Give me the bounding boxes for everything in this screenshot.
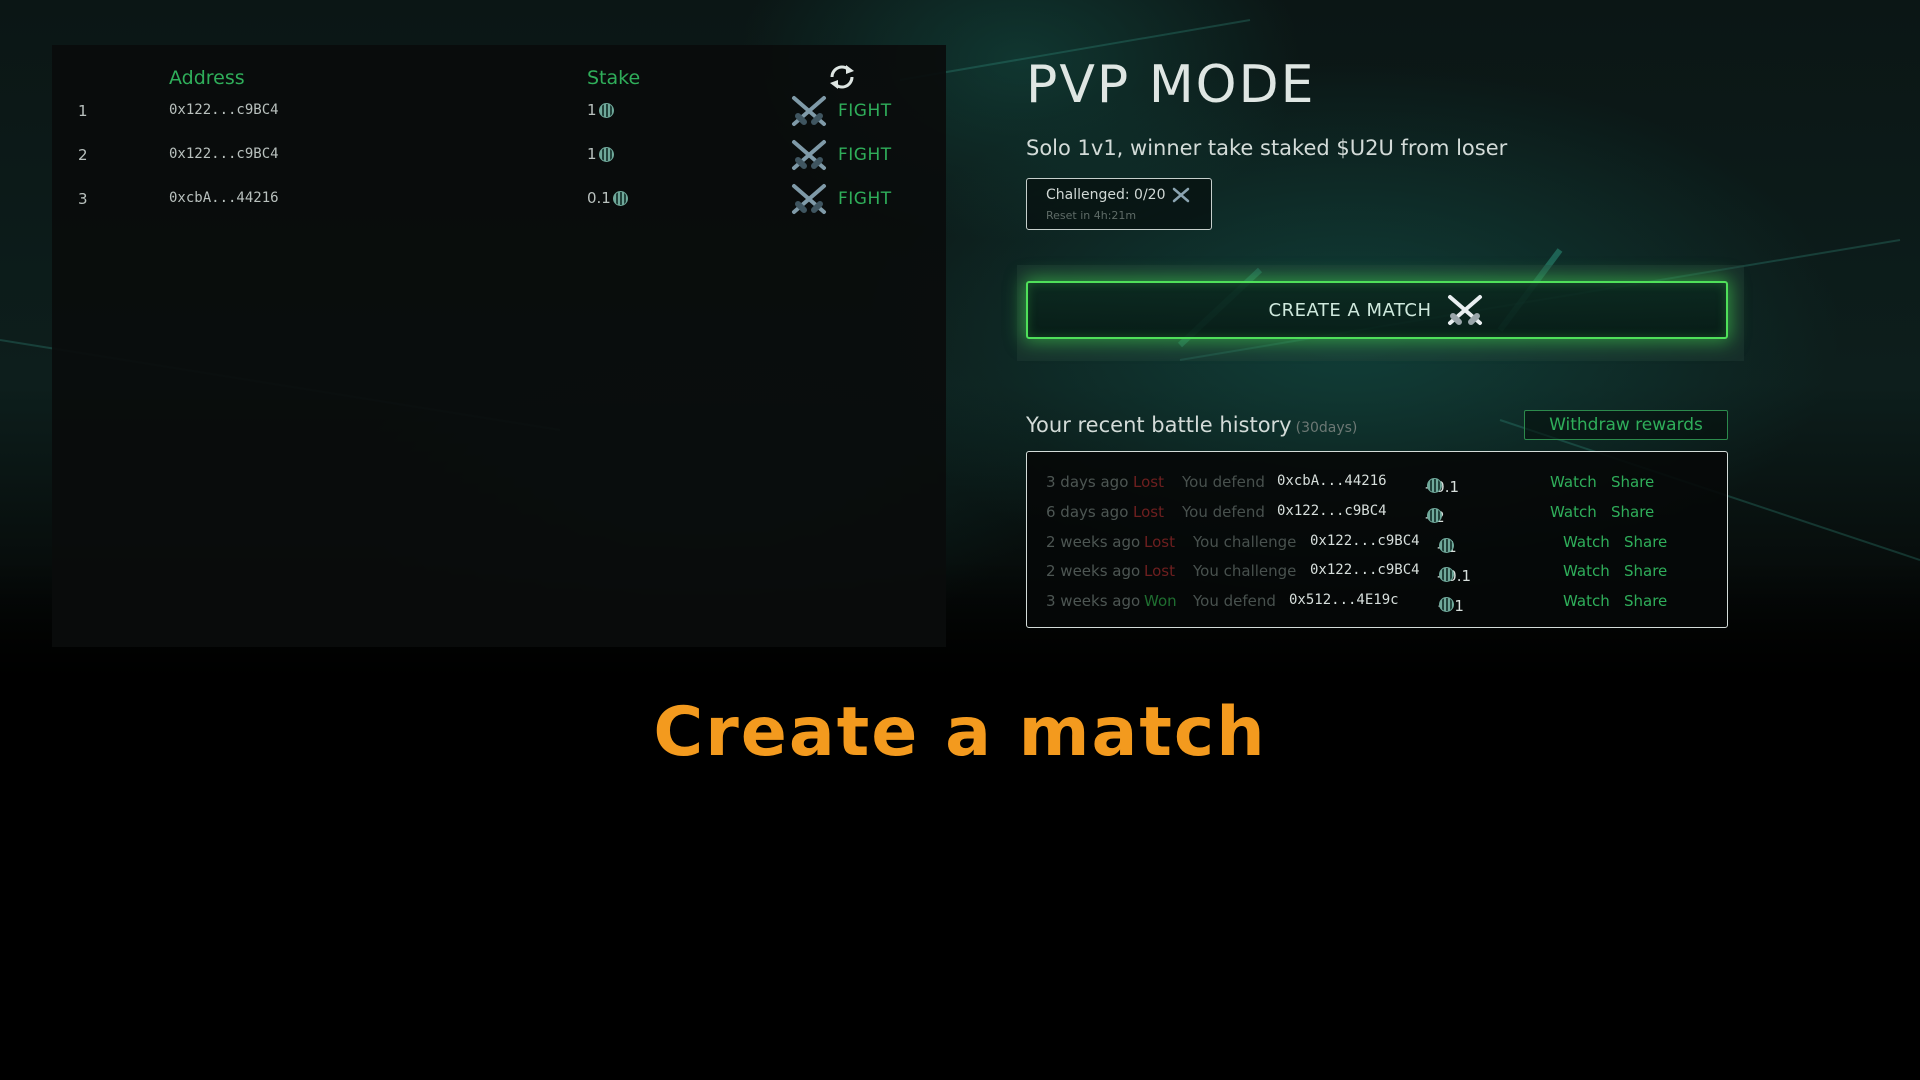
history-result: Lost [1133, 503, 1164, 521]
row-stake: 0.1 [587, 189, 628, 207]
history-title: Your recent battle history (30days) [1026, 413, 1357, 437]
crossed-swords-icon [792, 184, 826, 214]
fight-label: FIGHT [838, 189, 892, 209]
history-row: 2 weeks ago Lost You challenge 0x122...c… [1027, 557, 1727, 585]
share-link[interactable]: Share [1611, 473, 1654, 491]
history-result: Lost [1144, 562, 1175, 580]
crossed-swords-icon [792, 140, 826, 170]
history-period: (30days) [1295, 420, 1358, 436]
page-title: PVP MODE [1026, 55, 1316, 115]
create-match-label: CREATE A MATCH [1268, 299, 1432, 321]
fight-label: FIGHT [838, 145, 892, 165]
share-link[interactable]: Share [1624, 592, 1667, 610]
history-opponent: 0x122...c9BC4 [1310, 562, 1420, 578]
coin-icon [1427, 508, 1442, 523]
coin-icon [598, 102, 614, 118]
stake-value: 0.1 [587, 189, 611, 207]
history-row: 3 weeks ago Won You defend 0x512...4E19c… [1027, 587, 1727, 615]
history-row: 2 weeks ago Lost You challenge 0x122...c… [1027, 528, 1727, 556]
history-role: You challenge [1193, 562, 1297, 580]
history-opponent: 0x512...4E19c [1289, 592, 1399, 608]
lobby-row: 3 0xcbA...44216 0.1 FIGHT [52, 178, 946, 218]
address-column-header: Address [169, 67, 245, 89]
row-address: 0xcbA...44216 [169, 190, 279, 206]
coin-icon [1439, 567, 1454, 582]
history-time: 6 days ago [1046, 503, 1129, 521]
coin-icon [1427, 478, 1442, 493]
history-result: Won [1144, 592, 1177, 610]
history-time: 2 weeks ago [1046, 562, 1141, 580]
history-row: 6 days ago Lost You defend 0x122...c9BC4… [1027, 498, 1727, 526]
history-role: You challenge [1193, 533, 1297, 551]
history-result: Lost [1133, 473, 1164, 491]
history-time: 2 weeks ago [1046, 533, 1141, 551]
history-opponent: 0x122...c9BC4 [1310, 533, 1420, 549]
fight-label: FIGHT [838, 101, 892, 121]
row-stake: 1 [587, 101, 614, 119]
row-index: 1 [78, 102, 88, 120]
coin-icon [612, 190, 628, 206]
watch-link[interactable]: Watch [1563, 592, 1610, 610]
coin-icon [1439, 597, 1454, 612]
row-stake: 1 [587, 145, 614, 163]
row-index: 3 [78, 190, 88, 208]
share-link[interactable]: Share [1624, 562, 1667, 580]
history-opponent: 0x122...c9BC4 [1277, 503, 1387, 519]
history-opponent: 0xcbA...44216 [1277, 473, 1387, 489]
history-title-text: Your recent battle history [1026, 413, 1292, 437]
challenged-text: Challenged: 0/20 [1046, 187, 1166, 203]
history-role: You defend [1182, 473, 1265, 491]
history-role: You defend [1182, 503, 1265, 521]
create-match-button[interactable]: CREATE A MATCH [1026, 281, 1728, 339]
crossed-swords-icon [1448, 295, 1483, 325]
history-time: 3 days ago [1046, 473, 1129, 491]
withdraw-rewards-button[interactable]: Withdraw rewards [1524, 410, 1728, 440]
reset-timer: Reset in 4h:21m [1046, 209, 1137, 222]
coin-icon [1439, 538, 1454, 553]
lobby-header: Address Stake [52, 55, 946, 95]
history-time: 3 weeks ago [1046, 592, 1141, 610]
history-role: You defend [1193, 592, 1276, 610]
lobby-row: 2 0x122...c9BC4 1 FIGHT [52, 134, 946, 174]
watch-link[interactable]: Watch [1550, 473, 1597, 491]
coin-icon [598, 146, 614, 162]
page-subtitle: Solo 1v1, winner take staked $U2U from l… [1026, 136, 1508, 160]
stake-value: 1 [587, 101, 597, 119]
lobby-panel: Address Stake 1 0x122...c9BC4 1 FIGHT 2 … [52, 45, 946, 647]
fight-button[interactable]: FIGHT [790, 94, 892, 128]
video-caption: Create a match [653, 693, 1267, 772]
row-address: 0x122...c9BC4 [169, 102, 279, 118]
watch-link[interactable]: Watch [1550, 503, 1597, 521]
stake-value: 1 [587, 145, 597, 163]
fight-button[interactable]: FIGHT [790, 182, 892, 216]
history-row: 3 days ago Lost You defend 0xcbA...44216… [1027, 468, 1727, 496]
stake-column-header: Stake [587, 67, 641, 89]
crossed-swords-icon [792, 96, 826, 126]
challenged-line: Challenged: 0/20 [1046, 187, 1190, 203]
watch-link[interactable]: Watch [1563, 533, 1610, 551]
row-address: 0x122...c9BC4 [169, 146, 279, 162]
watch-link[interactable]: Watch [1563, 562, 1610, 580]
crossed-swords-icon [1172, 187, 1189, 203]
challenge-counter: Challenged: 0/20 Reset in 4h:21m [1026, 178, 1212, 230]
battle-history-list[interactable]: 3 days ago Lost You defend 0xcbA...44216… [1026, 451, 1728, 628]
history-result: Lost [1144, 533, 1175, 551]
lobby-row: 1 0x122...c9BC4 1 FIGHT [52, 90, 946, 130]
row-index: 2 [78, 146, 88, 164]
fight-button[interactable]: FIGHT [790, 138, 892, 172]
share-link[interactable]: Share [1611, 503, 1654, 521]
share-link[interactable]: Share [1624, 533, 1667, 551]
